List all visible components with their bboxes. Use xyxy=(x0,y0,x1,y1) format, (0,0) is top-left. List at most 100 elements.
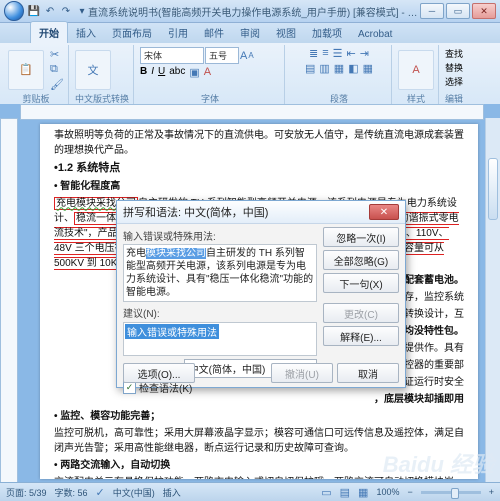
horizontal-ruler[interactable] xyxy=(20,104,484,120)
status-insert[interactable]: 插入 xyxy=(163,486,181,499)
tab-review[interactable]: 审阅 xyxy=(232,22,268,43)
select-button[interactable]: 选择 xyxy=(445,75,463,88)
borders-icon[interactable]: ▦ xyxy=(363,62,373,75)
font-color-icon[interactable]: A xyxy=(204,66,211,79)
print-layout-view-icon[interactable]: ▭ xyxy=(321,486,331,499)
font-size-combo[interactable]: 五号 xyxy=(205,47,239,64)
window-title: 直流系统说明书(智能高频开关电力操作电源系统_用户手册) [兼容模式] - Mi… xyxy=(88,4,420,19)
doc-bullet: • 智能化程度高 xyxy=(54,179,464,194)
suggestions-listbox[interactable]: 输入错误或特殊用法 xyxy=(123,322,317,356)
suggestion-item[interactable]: 输入错误或特殊用法 xyxy=(125,324,219,339)
status-bar: 页面: 5/39 字数: 56 ✓ 中文(中国) 插入 ▭ ▤ ▦ 100% −… xyxy=(0,482,500,501)
italic-button[interactable]: I xyxy=(151,66,154,79)
shrink-font-icon[interactable]: A xyxy=(248,51,253,60)
undo-icon[interactable]: ↶ xyxy=(44,5,56,17)
align-right-icon[interactable]: ▦ xyxy=(334,62,344,75)
group-asian: 文 中文版式转换 xyxy=(71,45,134,107)
tab-acrobat[interactable]: Acrobat xyxy=(350,26,400,43)
multilevel-icon[interactable]: ☰ xyxy=(333,47,343,60)
scroll-thumb[interactable] xyxy=(488,158,498,220)
align-center-icon[interactable]: ▥ xyxy=(319,62,329,75)
dialog-title-text: 拼写和语法: 中文(简体，中国) xyxy=(123,204,268,220)
align-left-icon[interactable]: ▤ xyxy=(305,62,315,75)
cut-icon[interactable]: ✂ xyxy=(50,48,64,61)
save-icon[interactable]: 💾 xyxy=(28,5,40,17)
dialog-close-button[interactable]: ✕ xyxy=(369,204,399,220)
group-clipboard: 📋 ✂ ⧉ 🖌 剪贴板 xyxy=(4,45,69,107)
replace-button[interactable]: 替换 xyxy=(445,61,463,74)
error-textbox[interactable]: 充电模块采找公司自主研发的 TH 系列智能型高频开关电源，该系列电源是专为电力系… xyxy=(123,244,317,302)
vertical-scrollbar[interactable] xyxy=(485,118,500,483)
underline-button[interactable]: U xyxy=(158,66,165,79)
spelling-grammar-dialog: 拼写和语法: 中文(简体，中国) ✕ 输入错误或特殊用法: 充电模块采找公司自主… xyxy=(116,200,406,388)
paste-button[interactable]: 📋 xyxy=(8,50,44,90)
suggestions-label: 建议(N): xyxy=(123,305,317,320)
vertical-ruler[interactable] xyxy=(0,118,18,483)
tab-mailings[interactable]: 邮件 xyxy=(196,22,232,43)
reading-view-icon[interactable]: ▤ xyxy=(340,486,350,499)
status-page[interactable]: 页面: 5/39 xyxy=(6,486,47,499)
window-controls: ─ ▭ ✕ xyxy=(420,3,496,19)
ribbon-tabs: 开始 插入 页面布局 引用 邮件 审阅 视图 加载项 Acrobat xyxy=(0,23,500,43)
doc-bullet: • 监控、模容功能完善； xyxy=(54,409,464,424)
find-button[interactable]: 查找 xyxy=(445,47,463,60)
tab-page-layout[interactable]: 页面布局 xyxy=(104,22,160,43)
dialog-titlebar[interactable]: 拼写和语法: 中文(简体，中国) ✕ xyxy=(117,201,405,224)
input-error-label: 输入错误或特殊用法: xyxy=(123,228,317,243)
ignore-all-button[interactable]: 全部忽略(G) xyxy=(323,250,399,270)
cancel-button[interactable]: 取消 xyxy=(337,363,399,383)
tab-insert[interactable]: 插入 xyxy=(68,22,104,43)
change-button[interactable]: 更改(C) xyxy=(323,303,399,323)
zoom-in-button[interactable]: + xyxy=(489,487,494,497)
doc-heading: •1.2 系统特点 xyxy=(54,160,464,177)
close-button[interactable]: ✕ xyxy=(472,3,496,19)
undo-button[interactable]: 撤消(U) xyxy=(271,363,333,383)
tab-view[interactable]: 视图 xyxy=(268,22,304,43)
bullets-icon[interactable]: ≣ xyxy=(309,47,318,60)
zoom-slider-thumb[interactable] xyxy=(451,488,459,499)
ribbon: 📋 ✂ ⧉ 🖌 剪贴板 文 中文版式转换 宋体 五号 A A B I xyxy=(0,43,500,110)
spellcheck-icon[interactable]: ✓ xyxy=(96,486,105,499)
copy-icon[interactable]: ⧉ xyxy=(50,63,64,76)
group-paragraph: ≣ ≡ ☰ ⇤ ⇥ ▤ ▥ ▦ ◧ ▦ 段落 xyxy=(287,45,392,107)
shading-icon[interactable]: ◧ xyxy=(348,62,358,75)
explain-button[interactable]: 解释(E)... xyxy=(323,326,399,346)
dialog-button-column: 忽略一次(I) 全部忽略(G) 下一句(X) 更改(C) 解释(E)... xyxy=(323,227,399,346)
zoom-slider[interactable] xyxy=(421,491,481,494)
format-painter-icon[interactable]: 🖌 xyxy=(50,78,64,91)
status-words[interactable]: 字数: 56 xyxy=(55,486,88,499)
status-language[interactable]: 中文(中国) xyxy=(113,486,155,499)
zoom-level[interactable]: 100% xyxy=(376,487,399,497)
indent-dec-icon[interactable]: ⇤ xyxy=(347,47,356,60)
bold-button[interactable]: B xyxy=(140,66,147,79)
web-layout-view-icon[interactable]: ▦ xyxy=(358,486,368,499)
office-button[interactable] xyxy=(4,1,24,21)
styles-icon: A xyxy=(412,64,419,76)
qat-dropdown-icon[interactable]: ▾ xyxy=(76,5,88,17)
group-editing: 查找 替换 选择 编辑 xyxy=(441,45,467,107)
highlight-icon[interactable]: ▣ xyxy=(189,66,199,79)
doc-text: 事故照明等负荷的正常及事故情况下的直流供电。可安放无人值守，是传统直流电源成套装… xyxy=(54,128,464,158)
font-name-combo[interactable]: 宋体 xyxy=(140,47,204,64)
redo-icon[interactable]: ↷ xyxy=(60,5,72,17)
maximize-button[interactable]: ▭ xyxy=(446,3,470,19)
grow-font-icon[interactable]: A xyxy=(240,50,247,62)
paste-icon: 📋 xyxy=(19,63,33,76)
indent-inc-icon[interactable]: ⇥ xyxy=(360,47,369,60)
numbering-icon[interactable]: ≡ xyxy=(322,47,328,60)
tab-home[interactable]: 开始 xyxy=(30,21,68,43)
zoom-out-button[interactable]: − xyxy=(407,487,412,497)
next-sentence-button[interactable]: 下一句(X) xyxy=(323,273,399,293)
window-titlebar: 💾 ↶ ↷ ▾ 直流系统说明书(智能高频开关电力操作电源系统_用户手册) [兼容… xyxy=(0,0,500,23)
ignore-once-button[interactable]: 忽略一次(I) xyxy=(323,227,399,247)
tab-references[interactable]: 引用 xyxy=(160,22,196,43)
change-styles-button[interactable]: A xyxy=(398,50,434,90)
options-button[interactable]: 选项(O)... xyxy=(123,363,195,383)
selected-error-text: 模块采找公司 xyxy=(146,248,206,259)
minimize-button[interactable]: ─ xyxy=(420,3,444,19)
asian-layout-button[interactable]: 文 xyxy=(75,50,111,90)
watermark: Baidu 经验 xyxy=(383,447,494,479)
group-font: 宋体 五号 A A B I U abc ▣ A 字体 xyxy=(136,45,285,107)
strike-icon[interactable]: abc xyxy=(169,66,185,79)
tab-addins[interactable]: 加载项 xyxy=(304,22,350,43)
